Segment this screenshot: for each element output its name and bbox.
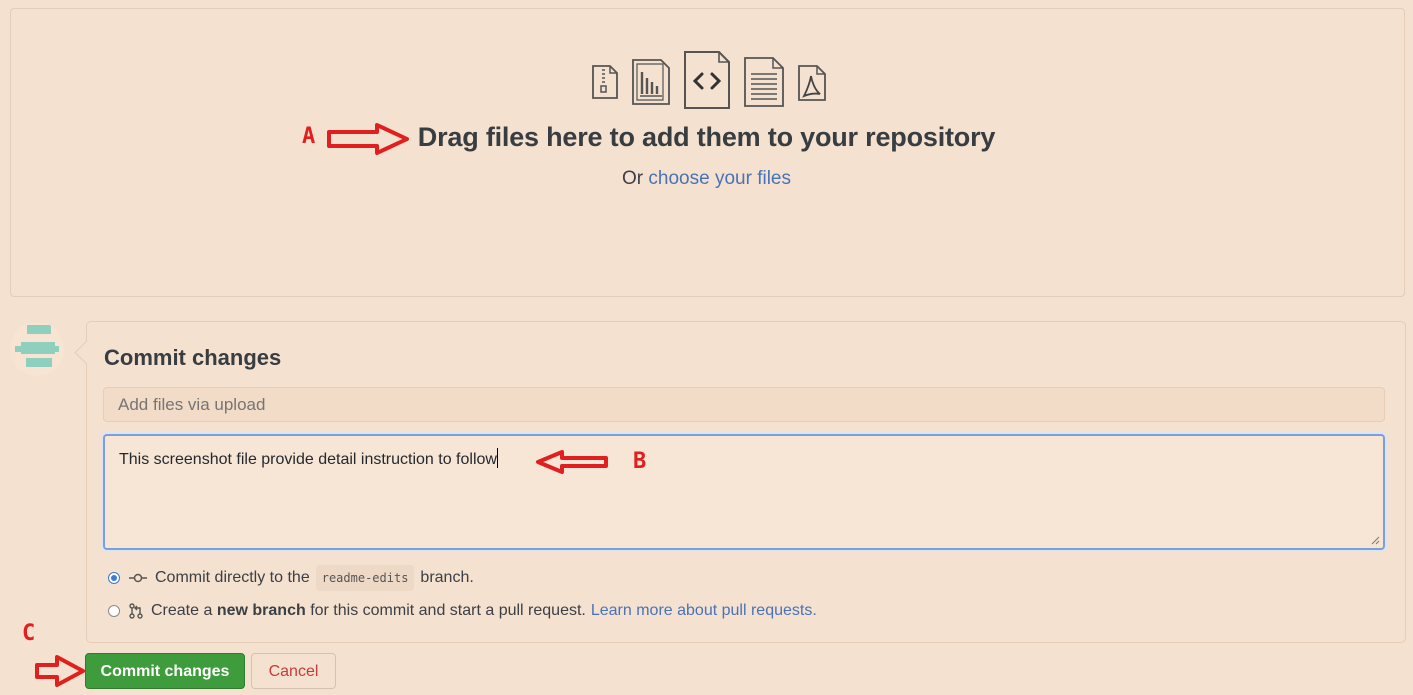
annotation-arrow-b [536,450,608,474]
avatar [10,322,64,376]
commit-summary-input[interactable] [103,387,1385,422]
annotation-label-b: B [633,449,647,474]
new-branch-prefix: Create a [151,602,213,619]
commit-direct-radio[interactable] [108,572,120,584]
annotation-arrow-c [35,655,85,687]
commit-form-title: Commit changes [104,345,282,370]
zip-file-icon [592,65,618,99]
text-caret [496,448,498,468]
new-branch-suffix: for this commit and start a pull request… [310,602,586,619]
annotation-label-c: C [22,621,36,646]
resize-handle-icon[interactable] [1370,535,1380,545]
cancel-button[interactable]: Cancel [251,653,336,689]
commit-description-textarea[interactable]: This screenshot file provide detail inst… [103,434,1385,550]
dropzone-title: Drag files here to add them to your repo… [417,122,996,152]
pull-request-icon [129,603,143,619]
new-branch-option[interactable]: Create a new branch for this commit and … [108,600,817,622]
commit-direct-option[interactable]: Commit directly to the readme-edits bran… [108,565,474,591]
choose-prefix: Or [622,168,644,189]
new-branch-radio[interactable] [108,605,120,617]
choose-files-line: Or choose your files [0,168,1413,190]
new-branch-bold: new branch [216,602,306,619]
file-type-icons [590,50,830,112]
choose-files-link[interactable]: choose your files [648,168,791,189]
branch-name: readme-edits [315,565,415,591]
commit-changes-button[interactable]: Commit changes [85,653,245,689]
chart-file-icon [632,59,670,105]
text-file-icon [744,57,784,107]
pdf-file-icon [798,65,826,101]
learn-more-link[interactable]: Learn more about pull requests. [591,600,817,622]
commit-direct-suffix: branch. [420,569,474,586]
commit-description-text: This screenshot file provide detail inst… [119,451,497,468]
code-file-icon [684,51,730,109]
commit-icon [129,573,147,583]
commit-direct-prefix: Commit directly to the [155,569,310,586]
